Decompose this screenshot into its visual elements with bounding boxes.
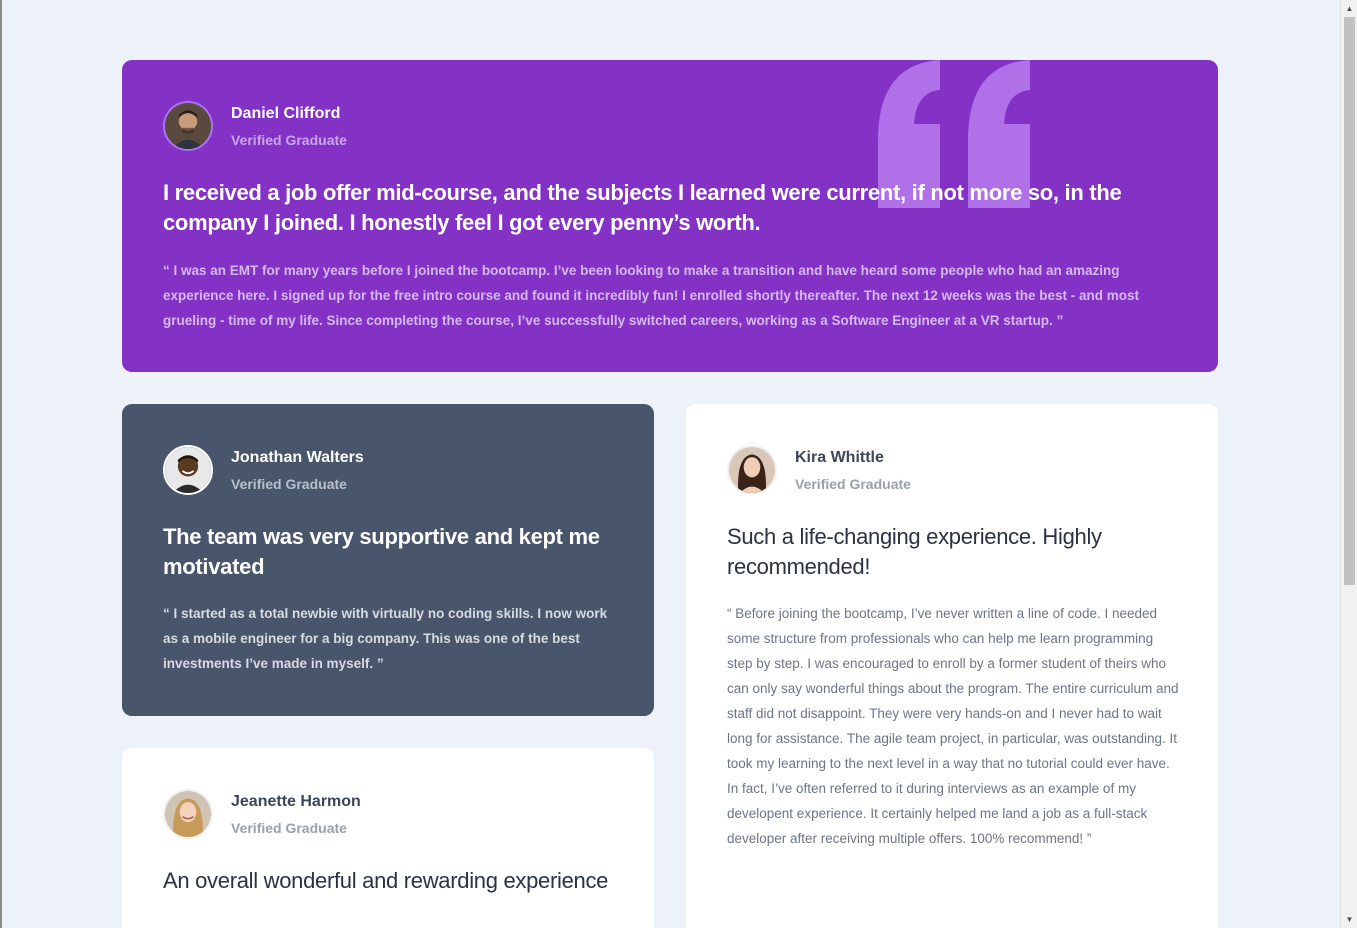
author-name: Daniel Clifford	[231, 104, 341, 122]
testimonial-card-kira: Kira Whittle Verified Graduate Such a li…	[686, 404, 1218, 928]
testimonial-body: “ I started as a total newbie with virtu…	[163, 606, 608, 671]
author-name: Kira Whittle	[795, 448, 884, 466]
author-name: Jeanette Harmon	[231, 792, 361, 810]
testimonial-card-jonathan: Jonathan Walters Verified Graduate The t…	[122, 404, 654, 716]
author-name: Jonathan Walters	[231, 448, 364, 466]
author-role: Verified Graduate	[795, 475, 911, 492]
testimonial-headline: I received a job offer mid-course, and t…	[163, 180, 1122, 235]
avatar	[163, 445, 213, 495]
avatar	[163, 101, 213, 151]
testimonial-card-jeanette: Jeanette Harmon Verified Graduate An ove…	[122, 748, 654, 928]
author-info: Kira Whittle Verified Graduate	[727, 445, 911, 495]
avatar	[727, 445, 777, 495]
author-info: Jeanette Harmon Verified Graduate	[163, 789, 361, 839]
testimonial-headline: Such a life-changing experience. Highly …	[727, 524, 1102, 579]
testimonial-body: “ Before joining the bootcamp, I’ve neve…	[727, 606, 1179, 846]
scroll-up-arrow-icon[interactable]: ▲	[1341, 0, 1357, 17]
author-role: Verified Graduate	[231, 475, 347, 492]
testimonial-headline: The team was very supportive and kept me…	[163, 524, 600, 579]
author-role: Verified Graduate	[231, 131, 347, 148]
author-info: Daniel Clifford Verified Graduate	[163, 101, 347, 151]
scrollbar-thumb[interactable]	[1344, 17, 1355, 585]
scroll-down-arrow-icon[interactable]: ▼	[1341, 911, 1357, 928]
author-info: Jonathan Walters Verified Graduate	[163, 445, 364, 495]
window-frame-edge	[0, 0, 2, 928]
avatar	[163, 789, 213, 839]
testimonial-card-daniel: Daniel Clifford Verified Graduate I rece…	[122, 60, 1218, 372]
testimonial-headline: An overall wonderful and rewarding exper…	[163, 868, 609, 893]
testimonial-body: “ I was an EMT for many years before I j…	[163, 263, 1139, 328]
author-role: Verified Graduate	[231, 819, 347, 836]
vertical-scrollbar[interactable]: ▲ ▼	[1340, 0, 1357, 928]
